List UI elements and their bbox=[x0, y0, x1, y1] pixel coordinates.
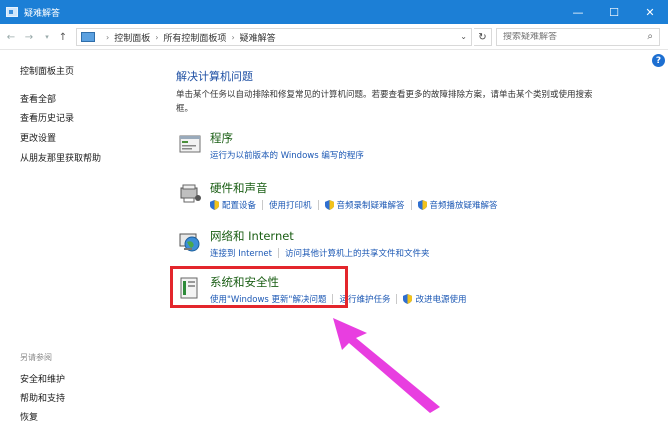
maximize-button[interactable]: ☐ bbox=[596, 0, 632, 24]
category-links-network-internet: 连接到 Internet 访问其他计算机上的共享文件和文件夹 bbox=[210, 247, 429, 259]
breadcrumb-separator-icon: › bbox=[231, 32, 235, 42]
link-configure-device[interactable]: 配置设备 bbox=[222, 199, 256, 211]
link-connect-internet[interactable]: 连接到 Internet bbox=[210, 247, 272, 259]
breadcrumb-separator-icon: › bbox=[106, 32, 110, 42]
category-links-programs: 运行为以前版本的 Windows 编写的程序 bbox=[210, 149, 364, 161]
sidebar-link-get-help-from-friend[interactable]: 从朋友那里获取帮助 bbox=[20, 151, 101, 164]
see-also-heading: 另请参阅 bbox=[20, 353, 52, 362]
close-button[interactable]: ✕ bbox=[632, 0, 668, 24]
refresh-icon[interactable]: ↻ bbox=[474, 28, 492, 46]
link-divider bbox=[410, 200, 412, 210]
recent-locations-chevron-icon[interactable]: ▾ bbox=[40, 29, 54, 45]
link-run-older-programs[interactable]: 运行为以前版本的 Windows 编写的程序 bbox=[210, 149, 364, 161]
sidebar-link-help-support[interactable]: 帮助和支持 bbox=[20, 391, 65, 404]
category-title-network-internet[interactable]: 网络和 Internet bbox=[210, 228, 294, 244]
uac-shield-icon bbox=[417, 200, 427, 210]
network-globe-icon[interactable] bbox=[178, 230, 202, 254]
help-icon[interactable]: ? bbox=[652, 54, 665, 67]
sidebar-link-security-maintenance[interactable]: 安全和维护 bbox=[20, 372, 65, 385]
link-audio-playback-troubleshoot[interactable]: 音频播放疑难解答 bbox=[430, 199, 498, 211]
breadcrumb-item-control-panel[interactable]: 控制面板 bbox=[114, 31, 150, 44]
breadcrumb-item-all-items[interactable]: 所有控制面板项 bbox=[163, 31, 226, 44]
uac-shield-icon bbox=[324, 200, 334, 210]
highlight-box bbox=[170, 266, 348, 308]
search-box[interactable]: ⌕ bbox=[496, 28, 660, 46]
hardware-sound-icon[interactable] bbox=[178, 182, 202, 206]
up-arrow-icon[interactable]: ↑ bbox=[56, 29, 70, 45]
sidebar-link-control-panel-home[interactable]: 控制面板主页 bbox=[20, 64, 74, 77]
sidebar-link-change-settings[interactable]: 更改设置 bbox=[20, 131, 56, 144]
category-title-programs[interactable]: 程序 bbox=[210, 130, 233, 146]
sidebar-link-recovery[interactable]: 恢复 bbox=[20, 410, 38, 421]
title-bar: 疑难解答 — ☐ ✕ bbox=[0, 0, 668, 24]
back-arrow-icon[interactable]: ← bbox=[4, 29, 18, 45]
link-divider bbox=[396, 294, 398, 304]
address-bar: ← → ▾ ↑ › 控制面板 › 所有控制面板项 › 疑难解答 ⌄ ↻ ⌕ bbox=[0, 24, 668, 50]
breadcrumb-separator-icon: › bbox=[155, 32, 159, 42]
category-links-hardware-sound: 配置设备 使用打印机 音频录制疑难解答 音频播放疑难解答 bbox=[210, 199, 498, 211]
minimize-button[interactable]: — bbox=[560, 0, 596, 24]
control-panel-icon bbox=[81, 32, 95, 42]
breadcrumb[interactable]: › 控制面板 › 所有控制面板项 › 疑难解答 ⌄ bbox=[76, 28, 472, 46]
window-title: 疑难解答 bbox=[24, 8, 61, 19]
description-line: 单击某个任务以自动排除和修复常见的计算机问题。若要查看更多的故障排除方案，请单击… bbox=[176, 90, 593, 100]
page-description: 单击某个任务以自动排除和修复常见的计算机问题。若要查看更多的故障排除方案，请单击… bbox=[176, 88, 646, 116]
forward-arrow-icon[interactable]: → bbox=[22, 29, 36, 45]
link-divider bbox=[262, 200, 264, 210]
sidebar-link-view-history[interactable]: 查看历史记录 bbox=[20, 111, 74, 124]
programs-icon[interactable] bbox=[178, 132, 202, 156]
page-title: 解决计算机问题 bbox=[176, 70, 253, 83]
sidebar-link-view-all[interactable]: 查看全部 bbox=[20, 92, 56, 105]
sidebar: 控制面板主页 查看全部 查看历史记录 更改设置 从朋友那里获取帮助 另请参阅 安… bbox=[0, 50, 160, 421]
link-access-shared-files[interactable]: 访问其他计算机上的共享文件和文件夹 bbox=[285, 247, 430, 259]
link-divider bbox=[317, 200, 319, 210]
description-line: 框。 bbox=[176, 104, 194, 114]
link-divider bbox=[277, 248, 279, 258]
search-icon[interactable]: ⌕ bbox=[647, 31, 653, 42]
search-input[interactable] bbox=[503, 32, 643, 42]
uac-shield-icon bbox=[403, 294, 413, 304]
category-title-hardware-sound[interactable]: 硬件和声音 bbox=[210, 180, 268, 196]
link-audio-recording-troubleshoot[interactable]: 音频录制疑难解答 bbox=[337, 199, 405, 211]
link-improve-power-usage[interactable]: 改进电源使用 bbox=[415, 293, 466, 305]
breadcrumb-item-troubleshooting[interactable]: 疑难解答 bbox=[240, 31, 276, 44]
uac-shield-icon bbox=[210, 200, 219, 210]
link-use-printer[interactable]: 使用打印机 bbox=[269, 199, 312, 211]
troubleshoot-app-icon bbox=[6, 7, 18, 17]
chevron-down-icon[interactable]: ⌄ bbox=[460, 32, 467, 41]
